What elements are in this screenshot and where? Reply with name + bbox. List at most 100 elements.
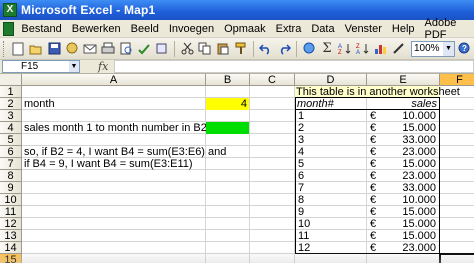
- zoom-value: 100%: [414, 42, 440, 54]
- chevron-down-icon[interactable]: ▼: [69, 61, 79, 72]
- print-preview-icon[interactable]: [118, 41, 134, 57]
- sort-descending-icon[interactable]: ZA: [355, 41, 371, 57]
- copy-icon[interactable]: [197, 41, 213, 57]
- menu-beeld[interactable]: Beeld: [126, 23, 164, 35]
- zoom-select[interactable]: 100% ▼: [411, 40, 455, 57]
- function-icon[interactable]: fx: [98, 60, 108, 73]
- column-header-c[interactable]: C: [250, 74, 295, 86]
- format-painter-icon[interactable]: [233, 41, 249, 57]
- table-border: [295, 97, 296, 254]
- table-month[interactable]: 5: [297, 158, 365, 170]
- menu-bewerken[interactable]: Bewerken: [67, 23, 126, 35]
- save-icon[interactable]: [46, 41, 62, 57]
- column-header-e[interactable]: E: [367, 74, 440, 86]
- table-sales[interactable]: 15.000: [380, 230, 438, 242]
- cell-a6[interactable]: so, if B2 = 4, I want B4 = sum(E3:E6) an…: [23, 146, 226, 158]
- cut-icon[interactable]: [179, 41, 195, 57]
- table-month[interactable]: 3: [297, 134, 365, 146]
- formula-input[interactable]: [114, 60, 474, 73]
- print-icon[interactable]: [100, 41, 116, 57]
- cell-b4[interactable]: [206, 122, 249, 134]
- cell-a7[interactable]: if B4 = 9, I want B4 = sum(E3:E11): [23, 158, 205, 170]
- permission-icon[interactable]: [64, 41, 80, 57]
- drawing-icon[interactable]: [391, 41, 407, 57]
- row-header-5[interactable]: 5: [0, 134, 22, 146]
- paste-icon[interactable]: [215, 41, 231, 57]
- name-box-value: F15: [21, 61, 39, 72]
- row-header-1[interactable]: 1: [0, 86, 22, 98]
- menu-extra[interactable]: Extra: [271, 23, 307, 35]
- spellcheck-icon[interactable]: [136, 41, 152, 57]
- new-icon[interactable]: [10, 41, 26, 57]
- help-icon[interactable]: ?: [456, 41, 472, 57]
- table-sales[interactable]: 15.000: [380, 206, 438, 218]
- table-sales[interactable]: 23.000: [380, 170, 438, 182]
- undo-icon[interactable]: [258, 41, 274, 57]
- table-sales[interactable]: 33.000: [380, 134, 438, 146]
- name-box[interactable]: F15 ▼: [2, 60, 80, 73]
- menu-opmaak[interactable]: Opmaak: [219, 23, 271, 35]
- row-header-10[interactable]: 10: [0, 194, 22, 206]
- table-sales[interactable]: 10.000: [380, 110, 438, 122]
- toolbar-grip[interactable]: [3, 40, 6, 57]
- cell-b2[interactable]: 4: [206, 98, 249, 110]
- table-sales[interactable]: 33.000: [380, 182, 438, 194]
- formula-bar: F15 ▼ fx: [0, 60, 474, 74]
- redo-icon[interactable]: [276, 41, 292, 57]
- menu-invoegen[interactable]: Invoegen: [164, 23, 219, 35]
- column-header-a[interactable]: A: [22, 74, 206, 86]
- row-header-2[interactable]: 2: [0, 98, 22, 110]
- toolbar-separator: [253, 40, 254, 57]
- table-sales[interactable]: 15.000: [380, 158, 438, 170]
- row-header-4[interactable]: 4: [0, 122, 22, 134]
- menu-data[interactable]: Data: [306, 23, 339, 35]
- table-month[interactable]: 7: [297, 182, 365, 194]
- gridline: [366, 86, 367, 263]
- hyperlink-icon[interactable]: [301, 41, 317, 57]
- row-header-7[interactable]: 7: [0, 158, 22, 170]
- row-header-12[interactable]: 12: [0, 218, 22, 230]
- table-border: [295, 97, 440, 98]
- table-month[interactable]: 4: [297, 146, 365, 158]
- row-header-13[interactable]: 13: [0, 230, 22, 242]
- table-month[interactable]: 8: [297, 194, 365, 206]
- table-sales[interactable]: 15.000: [380, 122, 438, 134]
- cell-a4[interactable]: sales month 1 to month number in B2: [23, 122, 207, 134]
- sort-ascending-icon[interactable]: AZ: [337, 41, 353, 57]
- table-month[interactable]: 11: [297, 230, 365, 242]
- autosum-icon[interactable]: Σ: [319, 41, 335, 57]
- chevron-down-icon[interactable]: ▼: [443, 41, 454, 56]
- workbook-icon[interactable]: [3, 21, 15, 36]
- table-month[interactable]: 2: [297, 122, 365, 134]
- svg-text:A: A: [356, 50, 360, 55]
- row-header-11[interactable]: 11: [0, 206, 22, 218]
- menu-bestand[interactable]: Bestand: [16, 23, 66, 35]
- table-sales[interactable]: 15.000: [380, 218, 438, 230]
- excel-app-icon[interactable]: X: [3, 3, 17, 17]
- open-icon[interactable]: [28, 41, 44, 57]
- row-header-8[interactable]: 8: [0, 170, 22, 182]
- column-header-b[interactable]: B: [206, 74, 250, 86]
- table-month[interactable]: 9: [297, 206, 365, 218]
- research-icon[interactable]: [154, 41, 170, 57]
- column-header-d[interactable]: D: [295, 74, 367, 86]
- table-sales[interactable]: 10.000: [380, 194, 438, 206]
- toolbar-separator: [296, 40, 297, 57]
- row-header-3[interactable]: 3: [0, 110, 22, 122]
- row-header-9[interactable]: 9: [0, 182, 22, 194]
- table-month[interactable]: 6: [297, 170, 365, 182]
- menu-adobe-pdf[interactable]: Adobe PDF: [420, 17, 474, 41]
- table-month[interactable]: 1: [297, 110, 365, 122]
- table-sales[interactable]: 23.000: [380, 146, 438, 158]
- menu-venster[interactable]: Venster: [340, 23, 387, 35]
- select-all-corner[interactable]: [0, 74, 22, 86]
- gridline: [249, 86, 250, 263]
- table-month[interactable]: 10: [297, 218, 365, 230]
- column-header-f[interactable]: F: [440, 74, 474, 86]
- row-header-6[interactable]: 6: [0, 146, 22, 158]
- email-icon[interactable]: [82, 41, 98, 57]
- cell-a2[interactable]: month: [23, 98, 205, 110]
- menu-help[interactable]: Help: [387, 23, 420, 35]
- worksheet-grid: A B C D E F 1 2 3 4 5 6 7 8 9 10 11 12 1…: [0, 74, 474, 263]
- chart-wizard-icon[interactable]: [373, 41, 389, 57]
